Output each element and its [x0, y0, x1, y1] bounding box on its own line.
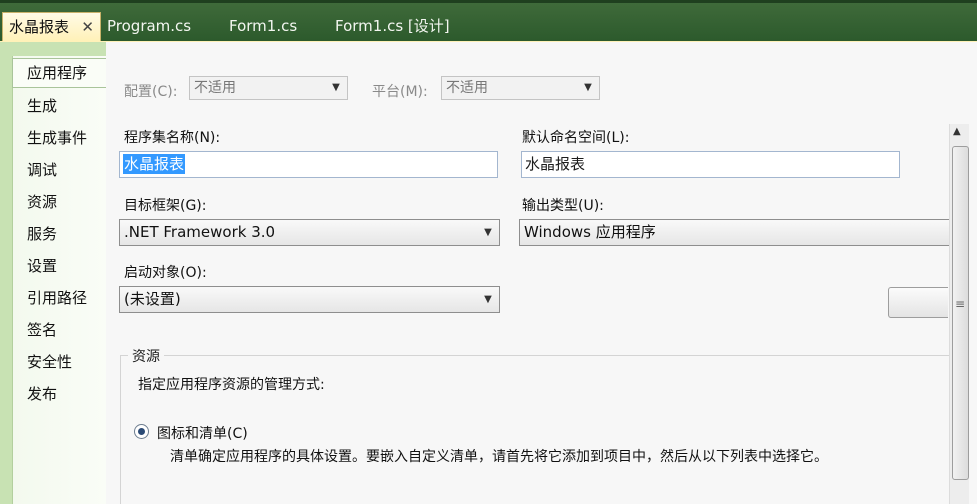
grip-icon: ≡: [955, 297, 966, 311]
tab-form1-design[interactable]: Form1.cs [设计]: [329, 12, 456, 41]
startup-object-value: (未设置): [124, 290, 181, 308]
chevron-down-icon: ▼: [484, 294, 492, 305]
platform-select: 不适用 ▼: [441, 76, 600, 100]
target-framework-value: .NET Framework 3.0: [124, 223, 276, 241]
output-type-select[interactable]: Windows 应用程序: [519, 219, 950, 246]
resources-description: 指定应用程序资源的管理方式:: [138, 377, 325, 393]
icon-manifest-label[interactable]: 图标和清单(C): [157, 423, 248, 443]
tab-form1-cs[interactable]: Form1.cs: [223, 12, 303, 41]
radio-selected-dot: [138, 428, 145, 435]
startup-object-label: 启动对象(O):: [124, 265, 207, 281]
property-nav-panel: [12, 56, 106, 504]
nav-item-settings[interactable]: 设置: [27, 256, 57, 276]
nav-item-debug[interactable]: 调试: [27, 160, 57, 180]
resources-group-title: 资源: [128, 346, 164, 366]
nav-item-application[interactable]: 应用程序: [12, 58, 106, 88]
output-type-label: 输出类型(U):: [522, 198, 604, 214]
nav-item-reference-paths[interactable]: 引用路径: [27, 288, 87, 308]
vertical-scrollbar[interactable]: ▲ ≡: [949, 124, 969, 504]
tab-crystal-report[interactable]: 水晶报表 ✕: [2, 12, 101, 41]
chevron-down-icon: ▼: [332, 82, 340, 93]
assembly-name-value: 水晶报表: [123, 154, 186, 174]
assembly-info-button[interactable]: [888, 287, 948, 318]
scrollbar-thumb[interactable]: ≡: [952, 146, 969, 480]
default-namespace-input[interactable]: 水晶报表: [521, 151, 900, 178]
nav-item-security[interactable]: 安全性: [27, 352, 72, 372]
icon-manifest-description: 清单确定应用程序的具体设置。要嵌入自定义清单，请首先将它添加到项目中，然后从以下…: [170, 449, 828, 465]
scroll-up-icon[interactable]: ▲: [953, 126, 961, 137]
chevron-down-icon: ▼: [484, 227, 492, 238]
platform-label: 平台(M):: [372, 84, 428, 100]
nav-item-services[interactable]: 服务: [27, 224, 57, 244]
nav-item-publish[interactable]: 发布: [27, 384, 57, 404]
target-framework-label: 目标框架(G):: [124, 198, 207, 214]
tab-label: Form1.cs [设计]: [335, 17, 450, 35]
nav-item-build-events[interactable]: 生成事件: [27, 128, 87, 148]
default-namespace-value: 水晶报表: [525, 155, 586, 173]
startup-object-select[interactable]: (未设置) ▼: [119, 286, 500, 313]
chevron-down-icon: ▼: [584, 82, 592, 93]
target-framework-select[interactable]: .NET Framework 3.0 ▼: [119, 219, 500, 246]
icon-manifest-radio[interactable]: [134, 424, 149, 439]
nav-item-build[interactable]: 生成: [27, 96, 57, 116]
config-select: 不适用 ▼: [189, 76, 348, 100]
config-label: 配置(C):: [124, 84, 178, 100]
close-icon[interactable]: ✕: [81, 13, 94, 42]
tab-program-cs[interactable]: Program.cs: [101, 12, 197, 41]
document-tab-strip: 水晶报表 ✕ Program.cs Form1.cs Form1.cs [设计]: [0, 0, 977, 45]
nav-item-resources[interactable]: 资源: [27, 192, 57, 212]
nav-item-signing[interactable]: 签名: [27, 320, 57, 340]
tab-label: Program.cs: [107, 17, 192, 35]
tab-label: Form1.cs: [229, 17, 298, 35]
default-namespace-label: 默认命名空间(L):: [522, 130, 630, 146]
platform-value: 不适用: [446, 80, 488, 96]
assembly-name-input[interactable]: 水晶报表: [119, 151, 498, 178]
output-type-value: Windows 应用程序: [524, 223, 656, 241]
right-margin: [969, 42, 977, 504]
config-value: 不适用: [194, 80, 236, 96]
assembly-name-label: 程序集名称(N):: [124, 130, 221, 146]
tab-label: 水晶报表: [9, 18, 70, 36]
